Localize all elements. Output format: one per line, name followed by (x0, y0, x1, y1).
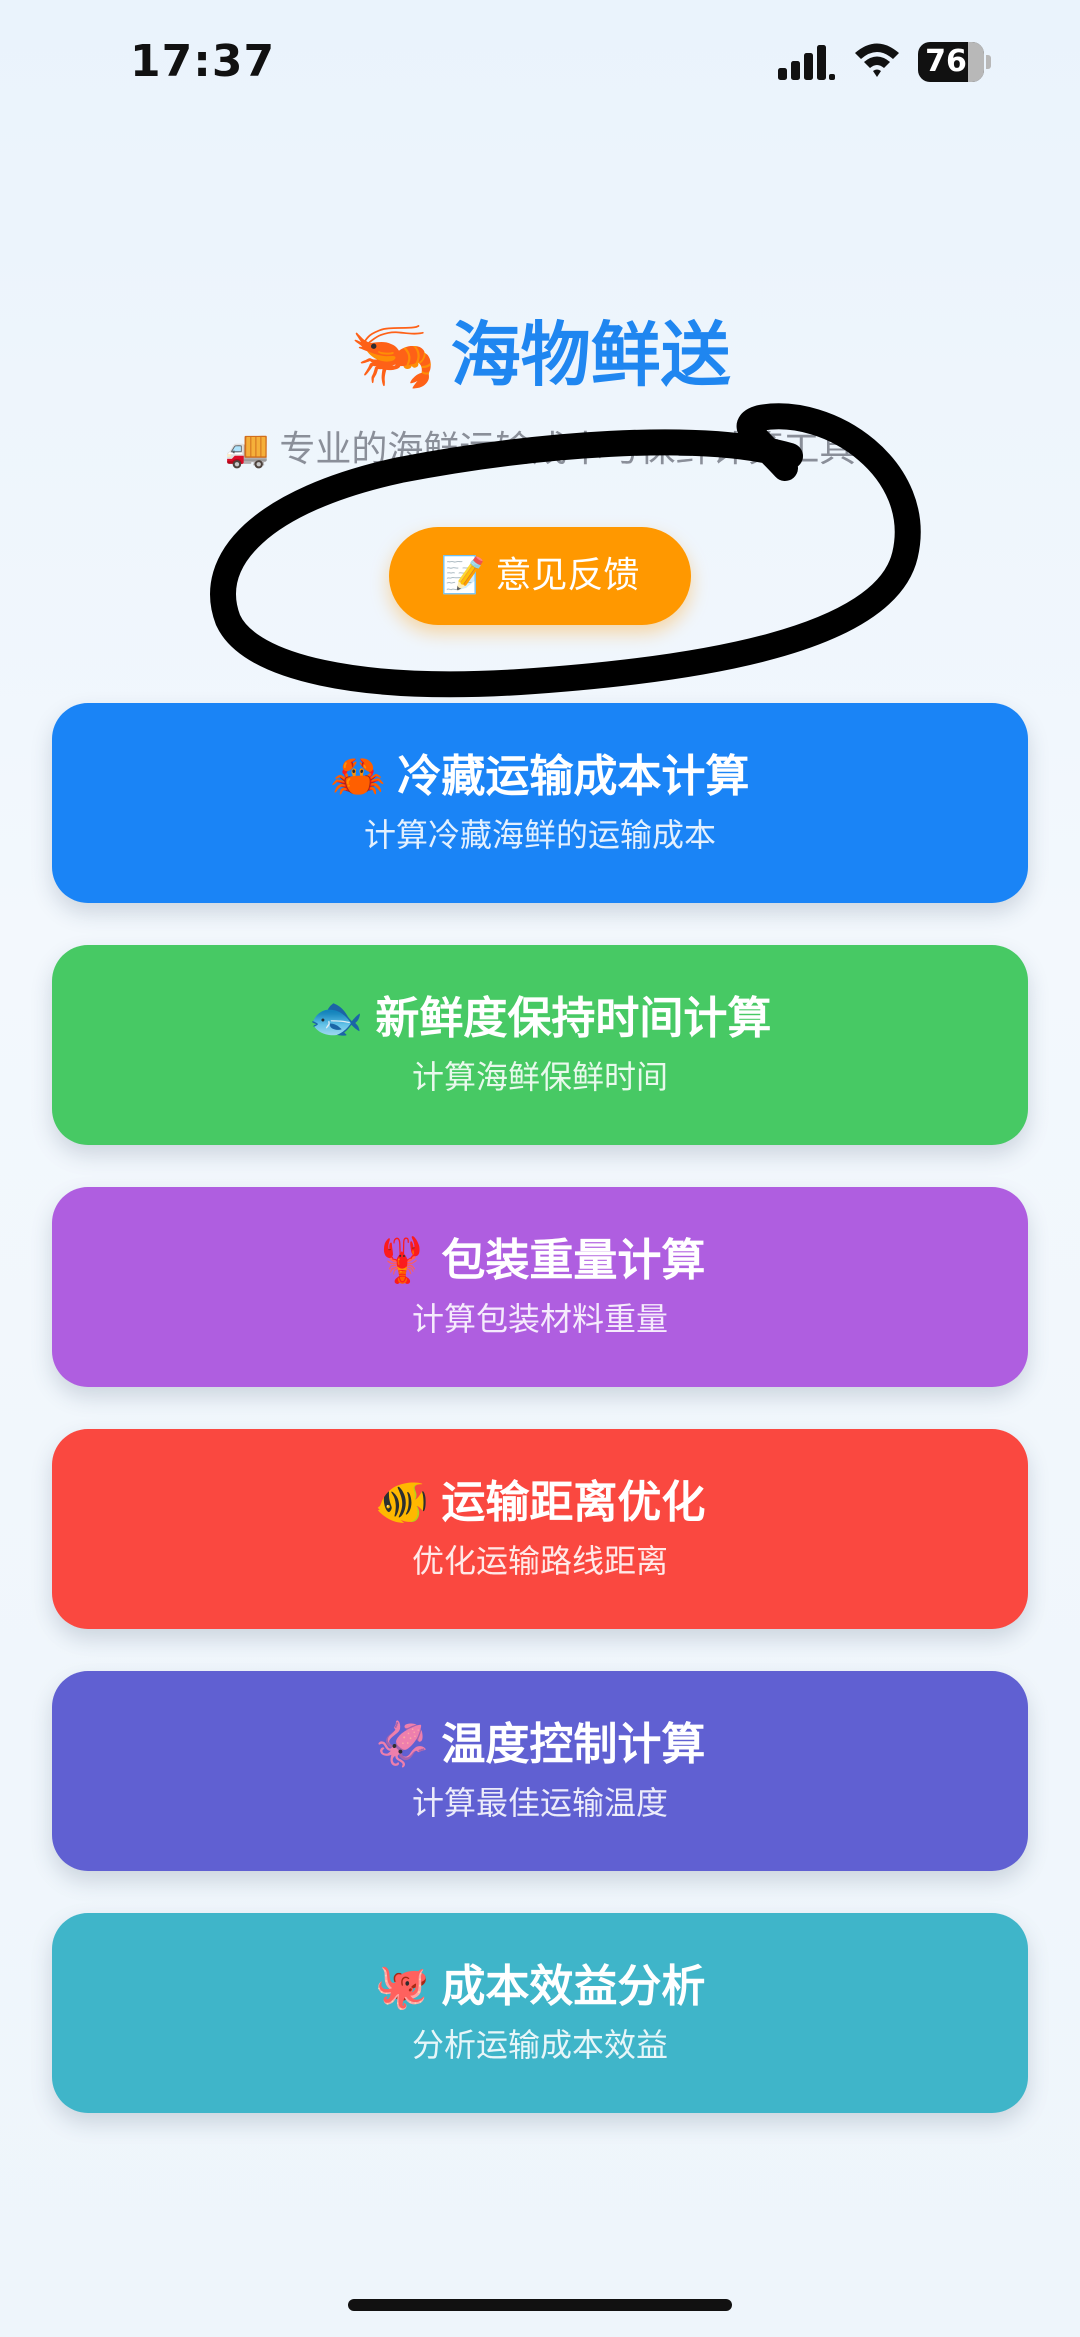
memo-icon: 📝 (440, 555, 486, 596)
status-bar: 17:37 76 (0, 0, 1080, 130)
fish-icon: 🐟 (308, 993, 364, 1044)
signal-icon (778, 45, 835, 80)
card-title: 🦞 包装重量计算 (52, 1231, 1028, 1291)
battery-body: 76 (918, 42, 984, 82)
card-subtitle: 分析运输成本效益 (411, 2026, 668, 2064)
status-time: 17:37 (130, 36, 276, 87)
wifi-icon (855, 43, 899, 77)
battery-icon: 76 (918, 42, 991, 82)
card-subtitle: 计算最佳运输温度 (411, 1784, 668, 1822)
card-subtitle: 计算包装材料重量 (411, 1300, 668, 1338)
feedback-button-label: 意见反馈 (495, 555, 640, 596)
card-title: 🐟 新鲜度保持时间计算 (52, 989, 1028, 1049)
battery-cap (986, 55, 991, 69)
card-title-text: 温度控制计算 (441, 1719, 706, 1770)
card-cold-chain-cost[interactable]: 🦀 冷藏运输成本计算 计算冷藏海鲜的运输成本 (52, 703, 1028, 903)
card-cost-benefit[interactable]: 🐙 成本效益分析 分析运输成本效益 (52, 1913, 1028, 2113)
card-title-text: 运输距离优化 (441, 1477, 706, 1528)
battery-level: 76 (925, 44, 967, 79)
app-subtitle: 🚚 专业的海鲜运输成本与保鲜计算工具 (0, 425, 1080, 475)
card-title: 🐙 成本效益分析 (52, 1957, 1028, 2017)
card-title-text: 包装重量计算 (441, 1235, 706, 1286)
crab-icon: 🦀 (330, 751, 386, 802)
card-title: 🦀 冷藏运输成本计算 (52, 747, 1028, 807)
card-subtitle: 优化运输路线距离 (411, 1542, 668, 1580)
octopus-icon: 🐙 (374, 1961, 430, 2012)
app-title-text: 海物鲜送 (450, 314, 731, 396)
card-subtitle: 计算冷藏海鲜的运输成本 (363, 816, 716, 854)
card-title-text: 成本效益分析 (441, 1961, 706, 2012)
home-indicator[interactable] (348, 2299, 732, 2311)
card-subtitle: 计算海鲜保鲜时间 (411, 1058, 668, 1096)
lobster-icon: 🦞 (374, 1235, 430, 1286)
app-subtitle-text: 专业的海鲜运输成本与保鲜计算工具 (279, 429, 856, 470)
truck-icon: 🚚 (224, 429, 270, 470)
shrimp-icon: 🦐 (349, 314, 437, 396)
card-title: 🐠 运输距离优化 (52, 1473, 1028, 1533)
card-title-text: 新鲜度保持时间计算 (375, 993, 772, 1044)
card-distance-optimization[interactable]: 🐠 运输距离优化 优化运输路线距离 (52, 1429, 1028, 1629)
squid-icon: 🦑 (374, 1719, 430, 1770)
card-packaging-weight[interactable]: 🦞 包装重量计算 计算包装材料重量 (52, 1187, 1028, 1387)
card-title-text: 冷藏运输成本计算 (397, 751, 750, 802)
tropical-fish-icon: 🐠 (374, 1477, 430, 1528)
card-title: 🦑 温度控制计算 (52, 1715, 1028, 1775)
card-temperature-control[interactable]: 🦑 温度控制计算 计算最佳运输温度 (52, 1671, 1028, 1871)
app-title: 🦐 海物鲜送 (0, 310, 1080, 400)
card-freshness-time[interactable]: 🐟 新鲜度保持时间计算 计算海鲜保鲜时间 (52, 945, 1028, 1145)
feedback-button[interactable]: 📝 意见反馈 (389, 527, 691, 625)
feature-card-list: 🦀 冷藏运输成本计算 计算冷藏海鲜的运输成本 🐟 新鲜度保持时间计算 计算海鲜保鲜时… (52, 703, 1028, 2155)
